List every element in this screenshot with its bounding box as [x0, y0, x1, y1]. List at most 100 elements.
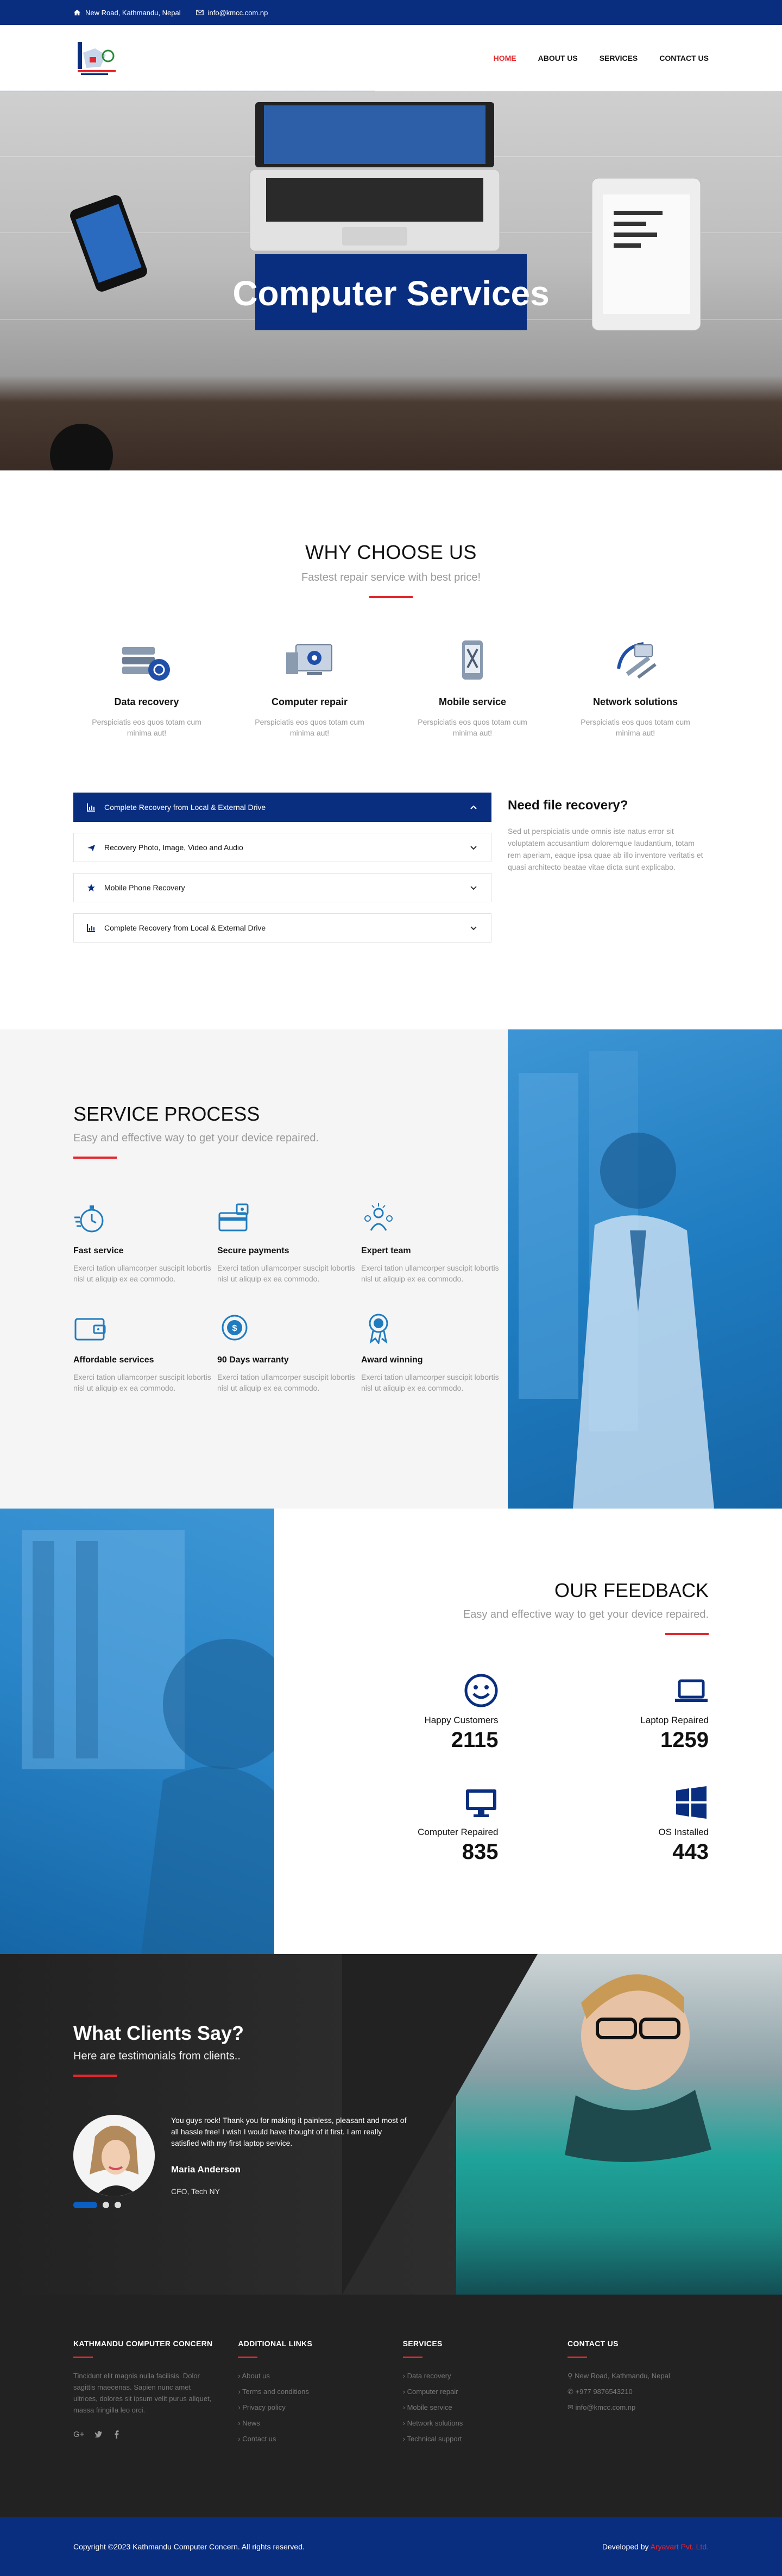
- mobile-service-icon: [462, 640, 483, 680]
- feature-computer-repair[interactable]: Computer repair Perspiciatis eos quos to…: [236, 636, 383, 738]
- main-nav: HOME ABOUT US SERVICES CONTACT US: [494, 54, 709, 62]
- footer-link[interactable]: › Contact us: [238, 2431, 379, 2447]
- footer-services-title: SERVICES: [402, 2339, 443, 2348]
- stat-os-installed: OS Installed 443: [553, 1785, 709, 1864]
- developer-prefix: Developed by: [602, 2542, 649, 2551]
- process-item-title: Affordable services: [73, 1355, 154, 1365]
- process-subtitle: Easy and effective way to get your devic…: [73, 1132, 319, 1144]
- process-item: Award winning Exerci tation ullamcorper …: [361, 1311, 505, 1393]
- phone-icon: ✆: [567, 2387, 576, 2396]
- plane-icon: [87, 845, 95, 851]
- testimonial-card: You guys rock! Thank you for making it p…: [73, 2115, 410, 2196]
- accordion-item[interactable]: Mobile Phone Recovery: [73, 873, 491, 902]
- process-title: SERVICE PROCESS: [73, 1103, 260, 1125]
- feedback-content: OUR FEEDBACK Easy and effective way to g…: [396, 1579, 709, 1864]
- svg-text:$: $: [232, 1324, 237, 1333]
- footer-service-link[interactable]: › Computer repair: [403, 2384, 544, 2399]
- feature-title: Mobile service: [438, 696, 507, 707]
- footer-contact-title: CONTACT US: [567, 2339, 619, 2348]
- stat-name: Laptop Repaired: [640, 1715, 709, 1725]
- footer-service-link[interactable]: › Mobile service: [403, 2399, 544, 2415]
- footer-link[interactable]: › Terms and conditions: [238, 2384, 379, 2399]
- recovery-block: Complete Recovery from Local & External …: [73, 793, 709, 953]
- feature-network-solutions[interactable]: Network solutions Perspiciatis eos quos …: [562, 636, 709, 738]
- topbar-email-text[interactable]: info@kmcc.com.np: [208, 9, 268, 17]
- footer-contact-list: ⚲ New Road, Kathmandu, Nepal ✆ +977 9876…: [567, 2368, 709, 2415]
- smile-icon: [464, 1674, 497, 1707]
- star-icon: [87, 884, 95, 891]
- stat-name: Computer Repaired: [418, 1827, 499, 1837]
- feedback-title: OUR FEEDBACK: [554, 1579, 709, 1601]
- repair-photo: [0, 1509, 274, 1954]
- developer-link[interactable]: Aryavart Pvt. Ltd.: [651, 2542, 709, 2551]
- feedback-section: OUR FEEDBACK Easy and effective way to g…: [0, 1509, 782, 1954]
- site-header: HOME ABOUT US SERVICES CONTACT US: [0, 25, 782, 93]
- stat-laptop-repaired: Laptop Repaired 1259: [553, 1673, 709, 1752]
- nav-services[interactable]: SERVICES: [600, 54, 638, 62]
- accordion-item[interactable]: Complete Recovery from Local & External …: [73, 913, 491, 943]
- chevron-down-icon: [470, 846, 477, 850]
- nav-about-us[interactable]: ABOUT US: [538, 54, 578, 62]
- footer-contact: CONTACT US ⚲ New Road, Kathmandu, Nepal …: [567, 2339, 709, 2447]
- feature-text: Perspiciatis eos quos totam cum minima a…: [255, 718, 364, 737]
- accordion-label: Recovery Photo, Image, Video and Audio: [104, 843, 243, 852]
- topbar-address: New Road, Kathmandu, Nepal: [73, 9, 181, 17]
- data-recovery-icon: [122, 647, 170, 681]
- carousel-dot-3[interactable]: [115, 2202, 121, 2208]
- warranty-icon: $: [222, 1315, 248, 1341]
- stat-value: 2115: [451, 1728, 499, 1752]
- feature-title: Computer repair: [271, 696, 348, 707]
- footer-service-link[interactable]: › Data recovery: [403, 2368, 544, 2384]
- process-item-text: Exerci tation ullamcorper suscipit lobor…: [361, 1264, 499, 1283]
- avatar: [73, 2115, 155, 2196]
- footer-links: ADDITIONAL LINKS › About us › Terms and …: [238, 2339, 379, 2447]
- home-icon: [73, 9, 81, 16]
- expert-team-icon: [364, 1203, 393, 1231]
- title-divider: [402, 2357, 422, 2358]
- accordion-item[interactable]: Complete Recovery from Local & External …: [73, 793, 491, 822]
- need-title: Need file recovery?: [508, 798, 628, 813]
- title-divider: [238, 2357, 258, 2358]
- process-item-text: Exerci tation ullamcorper suscipit lobor…: [217, 1264, 355, 1283]
- title-divider: [369, 596, 413, 598]
- carousel-dot-2[interactable]: [103, 2202, 109, 2208]
- chevron-down-icon: [470, 926, 477, 931]
- footer-service-link[interactable]: › Network solutions: [403, 2415, 544, 2431]
- carousel-dot-1[interactable]: [73, 2202, 97, 2208]
- need-file-recovery: Need file recovery? Sed ut perspiciatis …: [508, 793, 709, 953]
- feature-text: Perspiciatis eos quos totam cum minima a…: [92, 718, 201, 737]
- feedback-subtitle: Easy and effective way to get your devic…: [463, 1609, 709, 1620]
- mug-image: [50, 424, 113, 470]
- facebook-icon[interactable]: [112, 2430, 121, 2439]
- topbar-email[interactable]: info@kmcc.com.np: [195, 9, 268, 17]
- footer-phone[interactable]: ✆ +977 9876543210: [567, 2384, 709, 2399]
- monitor-icon: [465, 1789, 496, 1817]
- footer-link[interactable]: › About us: [238, 2368, 379, 2384]
- footer-about-text: Tincidunt elit magnis nulla facilisis. D…: [73, 2372, 212, 2414]
- feature-data-recovery[interactable]: Data recovery Perspiciatis eos quos tota…: [73, 636, 220, 738]
- process-item-title: Award winning: [361, 1355, 423, 1365]
- title-divider: [73, 2357, 93, 2358]
- computer-repair-icon: [286, 644, 332, 675]
- process-item-text: Exerci tation ullamcorper suscipit lobor…: [73, 1264, 211, 1283]
- footer-email[interactable]: ✉ info@kmcc.com.np: [567, 2399, 709, 2415]
- nav-contact-us[interactable]: CONTACT US: [659, 54, 709, 62]
- accordion-item[interactable]: Recovery Photo, Image, Video and Audio: [73, 833, 491, 862]
- envelope-icon: ✉: [567, 2403, 576, 2411]
- footer-link[interactable]: › Privacy policy: [238, 2399, 379, 2415]
- process-item-text: Exerci tation ullamcorper suscipit lobor…: [361, 1373, 499, 1392]
- testimonials-content: What Clients Say? Here are testimonials …: [73, 2022, 410, 2208]
- footer-link[interactable]: › News: [238, 2415, 379, 2431]
- testimonial-name: Maria Anderson: [171, 2164, 241, 2175]
- twitter-icon[interactable]: [94, 2430, 103, 2439]
- footer-service-link[interactable]: › Technical support: [403, 2431, 544, 2447]
- process-item-title: 90 Days warranty: [217, 1355, 289, 1365]
- stopwatch-icon: [74, 1205, 104, 1233]
- hero-title: Computer Services: [232, 274, 550, 313]
- google-plus-icon[interactable]: G+: [73, 2430, 84, 2439]
- feature-mobile-service[interactable]: Mobile service Perspiciatis eos quos tot…: [399, 636, 546, 738]
- nav-home[interactable]: HOME: [494, 54, 516, 62]
- site-logo[interactable]: [73, 36, 122, 80]
- process-item-text: Exerci tation ullamcorper suscipit lobor…: [217, 1373, 355, 1392]
- secure-payment-icon: [218, 1203, 249, 1232]
